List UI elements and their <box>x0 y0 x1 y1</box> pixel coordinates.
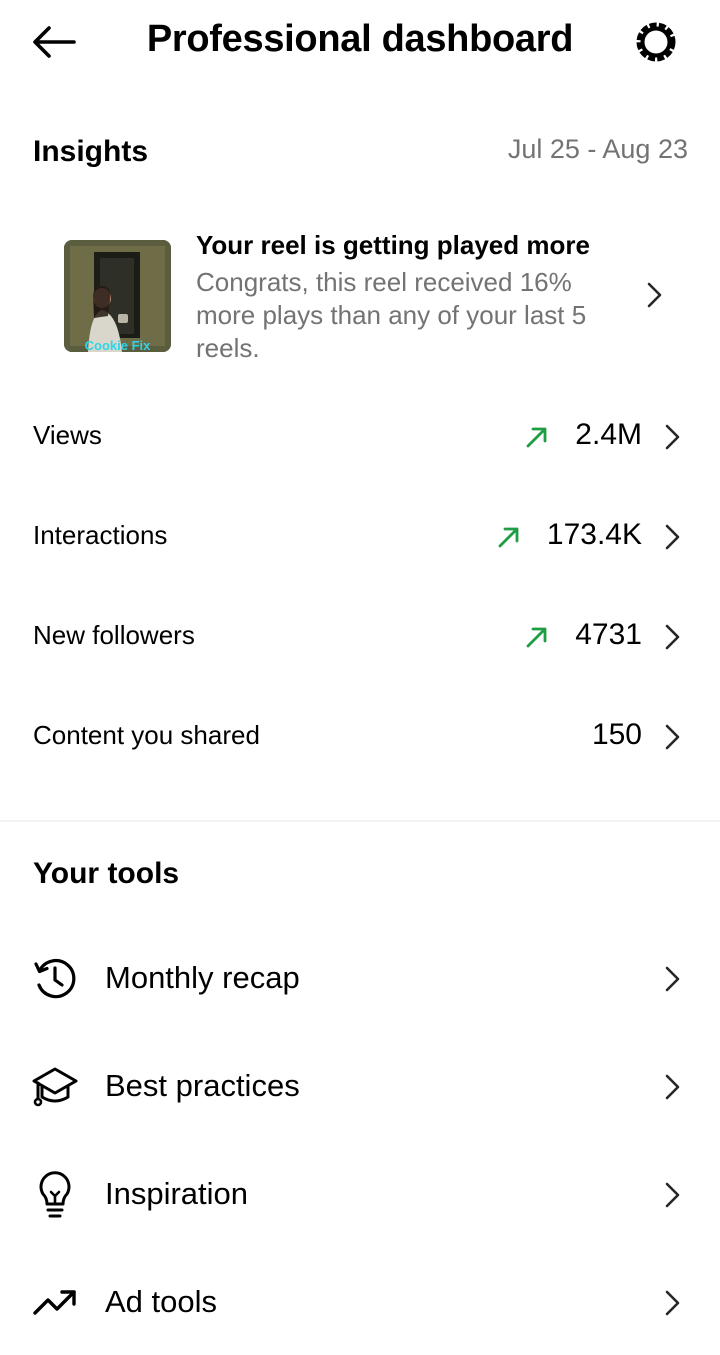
trending-up-icon <box>30 1278 80 1328</box>
history-clock-icon <box>30 954 80 1004</box>
metric-row-new-followers[interactable]: New followers 4731 <box>0 598 720 678</box>
page-title: Professional dashboard <box>146 18 574 60</box>
insights-title: Insights <box>33 135 149 168</box>
graduation-cap-icon <box>30 1062 80 1112</box>
metric-label: Views <box>33 420 102 450</box>
tool-label: Best practices <box>105 1068 300 1103</box>
back-button[interactable] <box>22 14 86 70</box>
lightbulb-icon <box>30 1170 80 1220</box>
chevron-right-icon <box>665 1074 680 1100</box>
settings-button[interactable] <box>622 14 690 70</box>
trend-up-icon <box>498 527 519 548</box>
reel-insight-card[interactable]: Cookie Fix Your reel is getting played m… <box>0 220 720 370</box>
chevron-right-icon <box>665 1182 680 1208</box>
chevron-right-icon <box>647 282 662 308</box>
chevron-right-icon <box>665 424 680 450</box>
metric-value: 2.4M <box>575 418 642 451</box>
metric-label: Interactions <box>33 520 168 550</box>
chevron-right-icon <box>665 524 680 550</box>
tool-label: Ad tools <box>105 1284 218 1319</box>
tool-label: Inspiration <box>105 1176 249 1211</box>
metric-label: Content you shared <box>33 720 260 750</box>
chevron-right-icon <box>665 966 680 992</box>
reel-card-title: Your reel is getting played more <box>196 230 590 260</box>
trend-up-icon <box>526 627 547 648</box>
top-bar: Professional dashboard <box>0 0 720 90</box>
metric-row-views[interactable]: Views 2.4M <box>0 398 720 478</box>
trend-up-icon <box>526 427 547 448</box>
metric-row-interactions[interactable]: Interactions 173.4K <box>0 498 720 578</box>
section-divider <box>0 820 720 822</box>
metric-value: 4731 <box>575 618 642 651</box>
tool-ad-tools[interactable]: Ad tools <box>0 1258 720 1348</box>
tool-monthly-recap[interactable]: Monthly recap <box>0 934 720 1024</box>
reel-thumbnail-image <box>64 240 171 352</box>
thumbnail-caption: Cookie Fix <box>84 338 151 352</box>
tools-title: Your tools <box>33 857 180 890</box>
metric-value: 150 <box>591 718 642 751</box>
metric-value: 173.4K <box>546 518 642 551</box>
reel-thumbnail: Cookie Fix <box>64 240 171 352</box>
gear-icon <box>636 22 676 62</box>
metric-label: New followers <box>33 620 195 650</box>
date-range[interactable]: Jul 25 - Aug 23 <box>508 134 688 165</box>
chevron-right-icon <box>665 624 680 650</box>
tool-inspiration[interactable]: Inspiration <box>0 1150 720 1240</box>
tool-label: Monthly recap <box>105 960 300 995</box>
chevron-right-icon <box>665 1290 680 1316</box>
reel-card-description: Congrats, this reel received 16% more pl… <box>196 267 587 363</box>
tool-best-practices[interactable]: Best practices <box>0 1042 720 1132</box>
arrow-left-icon <box>33 26 76 58</box>
chevron-right-icon <box>665 724 680 750</box>
metric-row-content-shared[interactable]: Content you shared 150 <box>0 698 720 778</box>
